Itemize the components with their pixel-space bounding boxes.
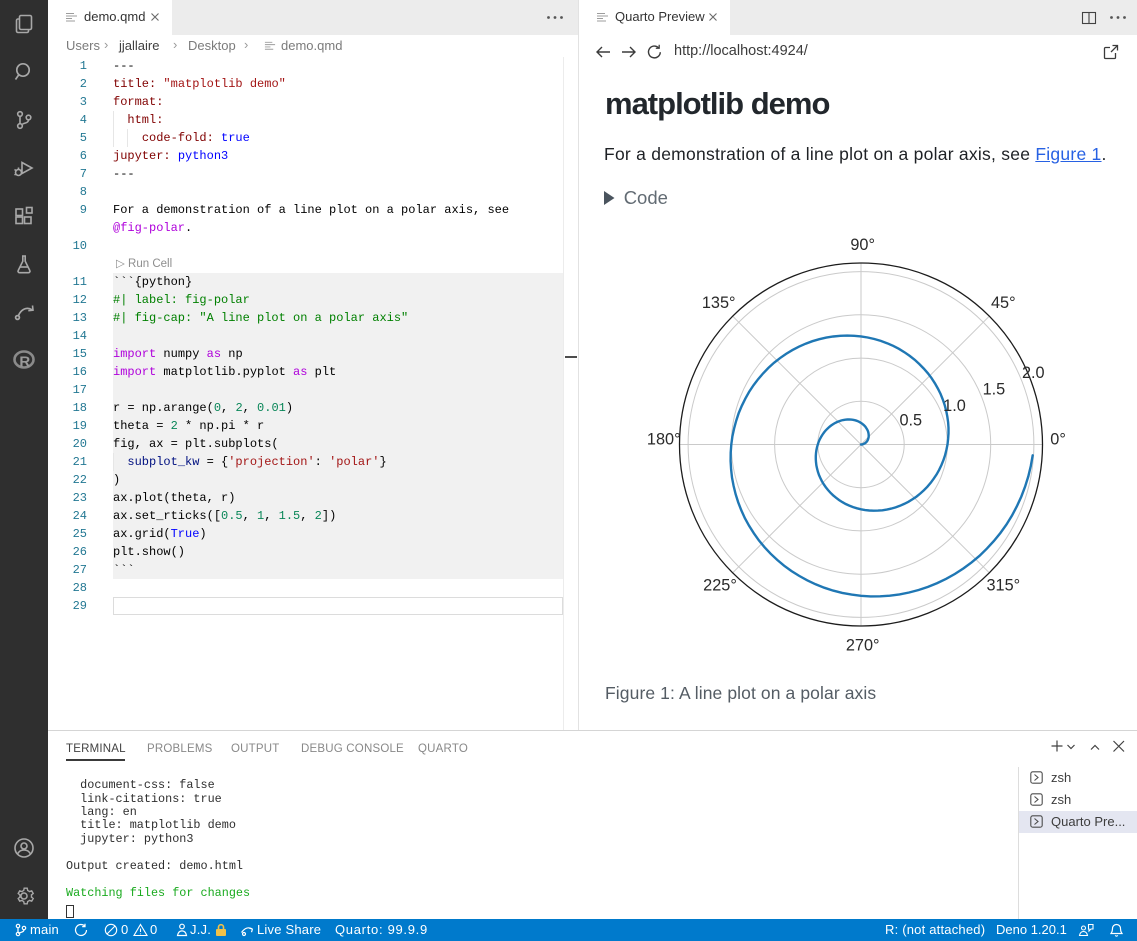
svg-text:1.0: 1.0	[943, 397, 966, 415]
svg-text:45°: 45°	[991, 294, 1016, 312]
svg-text:180°: 180°	[647, 431, 681, 449]
svg-text:R: R	[19, 354, 30, 371]
svg-text:270°: 270°	[846, 637, 880, 655]
svg-text:0°: 0°	[1050, 431, 1066, 449]
svg-text:225°: 225°	[703, 577, 737, 595]
svg-text:90°: 90°	[850, 236, 875, 254]
svg-text:135°: 135°	[702, 294, 736, 312]
svg-text:2.0: 2.0	[1022, 364, 1045, 382]
svg-text:1.5: 1.5	[983, 381, 1006, 399]
svg-text:0.5: 0.5	[899, 412, 922, 430]
svg-text:315°: 315°	[986, 577, 1020, 595]
